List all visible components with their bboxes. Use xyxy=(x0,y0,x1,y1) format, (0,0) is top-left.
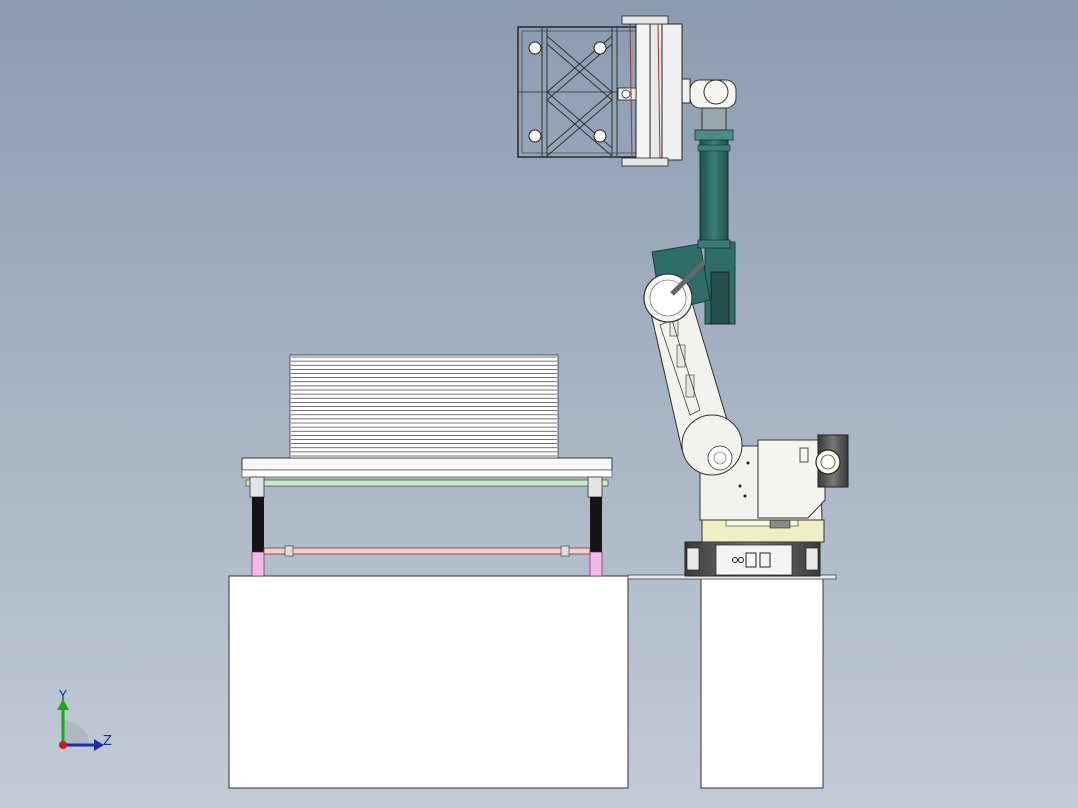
stacking-frame xyxy=(241,457,613,577)
triad-origin-icon xyxy=(59,741,67,749)
table-base-left xyxy=(228,575,629,789)
cad-viewport[interactable]: Y Z xyxy=(0,0,1078,808)
sheet-stack xyxy=(289,354,559,459)
table-base-right xyxy=(627,574,837,789)
axis-label-y: Y xyxy=(58,689,67,704)
axis-label-z: Z xyxy=(103,734,112,749)
coordinate-triad: Y Z xyxy=(57,689,112,751)
cad-scene: Y Z xyxy=(57,15,849,789)
gripper-frame xyxy=(517,15,683,167)
